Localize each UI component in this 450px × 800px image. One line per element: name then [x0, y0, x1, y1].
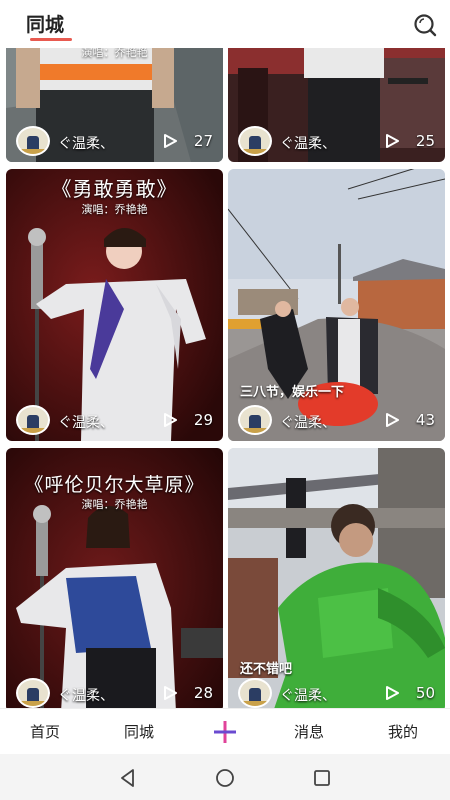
username[interactable]: ぐ温柔、: [280, 133, 336, 153]
active-tab-indicator: [30, 38, 72, 41]
view-count: 43: [415, 411, 435, 429]
search-icon[interactable]: [412, 12, 438, 38]
page-title[interactable]: 同城: [26, 10, 64, 37]
video-title: 《勇敢勇敢》: [51, 177, 178, 201]
username[interactable]: ぐ温柔、: [58, 133, 114, 153]
play-icon: [386, 413, 399, 427]
view-count: 25: [415, 132, 435, 150]
video-feed[interactable]: 演唱：乔艳艳 ぐ温柔、 27 ぐ温柔、 25 《勇敢勇敢》 演唱：乔艳艳 ぐ温柔…: [0, 48, 450, 708]
video-caption: 三八节，娱乐一下: [240, 385, 345, 400]
back-icon[interactable]: [118, 768, 138, 788]
avatar[interactable]: [238, 405, 272, 435]
play-icon: [386, 686, 399, 700]
tab-local[interactable]: 同城: [124, 721, 154, 742]
top-bar: 同城: [0, 0, 450, 48]
username[interactable]: ぐ温柔、: [58, 685, 114, 705]
video-card[interactable]: 《勇敢勇敢》 演唱：乔艳艳 ぐ温柔、 29: [6, 169, 223, 441]
video-subtitle: 演唱：乔艳艳: [81, 48, 148, 59]
video-card[interactable]: 还不错吧 ぐ温柔、 50: [228, 448, 445, 708]
plus-icon[interactable]: [212, 719, 238, 745]
video-card-footer: ぐ温柔、 29: [6, 399, 223, 441]
avatar[interactable]: [238, 126, 272, 156]
system-navigation-bar: [0, 754, 450, 800]
play-icon: [386, 134, 399, 148]
view-count: 27: [193, 132, 213, 150]
avatar[interactable]: [16, 678, 50, 708]
view-count: 28: [193, 684, 213, 702]
tab-home[interactable]: 首页: [30, 721, 60, 742]
tab-messages[interactable]: 消息: [294, 721, 324, 742]
play-icon: [164, 686, 177, 700]
video-card-footer: ぐ温柔、 28: [6, 672, 223, 708]
play-icon: [164, 134, 177, 148]
tab-me[interactable]: 我的: [388, 721, 418, 742]
video-card[interactable]: 三八节，娱乐一下 ぐ温柔、 43: [228, 169, 445, 441]
video-subtitle: 演唱：乔艳艳: [81, 203, 148, 216]
video-card-footer: ぐ温柔、 43: [228, 399, 445, 441]
username[interactable]: ぐ温柔、: [280, 685, 336, 705]
avatar[interactable]: [238, 678, 272, 708]
video-card[interactable]: ぐ温柔、 25: [228, 48, 445, 162]
video-card[interactable]: 演唱：乔艳艳 ぐ温柔、 27: [6, 48, 223, 162]
video-card-footer: ぐ温柔、 27: [6, 120, 223, 162]
play-icon: [164, 413, 177, 427]
video-subtitle: 演唱：乔艳艳: [81, 498, 148, 511]
bottom-tab-bar: 首页 同城 消息 我的: [0, 708, 450, 754]
view-count: 50: [415, 684, 435, 702]
video-title: 《呼伦贝尔大草原》: [24, 474, 205, 496]
username[interactable]: ぐ温柔、: [58, 412, 114, 432]
username[interactable]: ぐ温柔、: [280, 412, 336, 432]
video-card-footer: ぐ温柔、 25: [228, 120, 445, 162]
video-card[interactable]: 《呼伦贝尔大草原》 演唱：乔艳艳 ぐ温柔、 28: [6, 448, 223, 708]
avatar[interactable]: [16, 126, 50, 156]
recent-apps-icon[interactable]: [312, 768, 332, 788]
view-count: 29: [193, 411, 213, 429]
home-icon[interactable]: [215, 768, 235, 788]
video-card-footer: ぐ温柔、 50: [228, 672, 445, 708]
avatar[interactable]: [16, 405, 50, 435]
